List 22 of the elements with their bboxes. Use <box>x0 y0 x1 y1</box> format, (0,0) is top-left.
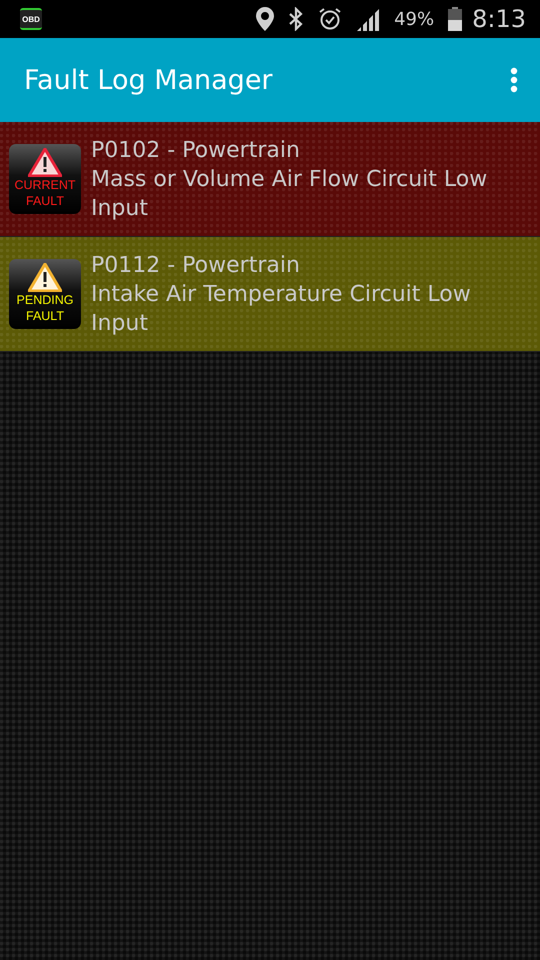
badge-label: PENDING <box>16 292 74 308</box>
battery-percent: 49% <box>394 8 434 30</box>
warning-icon <box>28 263 62 292</box>
location-icon <box>256 7 274 31</box>
app-title: Fault Log Manager <box>24 64 274 96</box>
fault-row[interactable]: CURRENT FAULT P0102 - Powertrain Mass or Volume Air Flow Circuit Low Input <box>0 122 540 237</box>
badge-label: FAULT <box>26 308 64 324</box>
badge-label: CURRENT <box>14 177 76 193</box>
bluetooth-icon <box>288 7 304 31</box>
fault-code: P0112 - Powertrain <box>91 252 301 280</box>
fault-row[interactable]: PENDING FAULT P0112 - Powertrain Intake Air Temperature Circuit Low Input <box>0 237 540 352</box>
clock: 8:13 <box>472 5 526 33</box>
fault-description: Intake Air Temperature Circuit Low Input <box>91 280 472 338</box>
fault-code: P0102 - Powertrain <box>91 136 301 164</box>
battery-icon <box>448 7 462 31</box>
app-notification-icon: OBD <box>20 8 42 30</box>
alarm-icon <box>318 7 342 31</box>
overflow-menu-icon[interactable] <box>510 67 518 93</box>
warning-icon <box>28 148 62 177</box>
badge-label: FAULT <box>26 193 64 209</box>
fault-description: Mass or Volume Air Flow Circuit Low Input <box>91 166 488 222</box>
signal-icon <box>356 7 380 31</box>
